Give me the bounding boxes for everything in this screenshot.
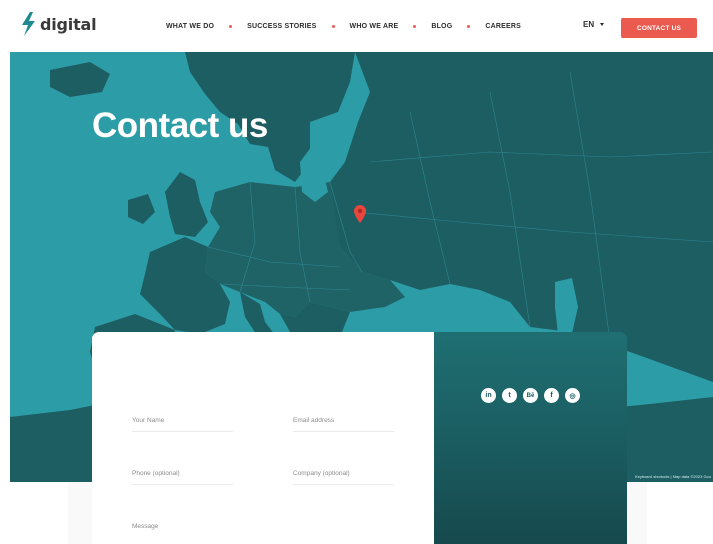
nav-item-who-we-are[interactable]: WHO WE ARE (350, 23, 399, 30)
nav-item-success-stories[interactable]: SUCCESS STORIES (247, 23, 316, 30)
location-pin-icon[interactable] (354, 205, 366, 223)
company-field[interactable]: Company (optional) (293, 470, 394, 485)
lightning-logo-icon (22, 12, 35, 36)
social-panel: in t Bē f ◎ (434, 332, 627, 544)
company-field-label: Company (optional) (293, 470, 350, 477)
field-underline (132, 431, 233, 432)
field-underline (293, 484, 394, 485)
social-links: in t Bē f ◎ (481, 388, 580, 403)
main-menu: WHAT WE DO SUCCESS STORIES WHO WE ARE BL… (166, 0, 521, 52)
name-field[interactable]: Your Name (132, 417, 233, 432)
top-navigation: digital WHAT WE DO SUCCESS STORIES WHO W… (0, 0, 713, 52)
facebook-icon[interactable]: f (544, 388, 559, 403)
nav-item-blog[interactable]: BLOG (431, 23, 452, 30)
field-underline (293, 431, 394, 432)
linkedin-icon[interactable]: in (481, 388, 496, 403)
twitter-icon[interactable]: t (502, 388, 517, 403)
chevron-down-icon (600, 23, 605, 26)
language-label: EN (583, 20, 595, 29)
message-field[interactable]: Message (132, 523, 233, 530)
page-title: Contact us (92, 106, 268, 145)
field-underline (132, 484, 233, 485)
name-field-label: Your Name (132, 417, 165, 424)
nav-separator (331, 24, 335, 28)
email-field-label: Email address (293, 417, 335, 424)
map-attribution[interactable]: Keyboard shortcuts | Map data ©2023 Goo (635, 474, 711, 479)
nav-separator (413, 24, 417, 28)
behance-icon[interactable]: Bē (523, 388, 538, 403)
contact-us-button[interactable]: CONTACT US (621, 18, 697, 38)
brand-name: digital (40, 14, 97, 34)
nav-item-careers[interactable]: CAREERS (485, 23, 521, 30)
brand-logo[interactable]: digital (20, 12, 97, 36)
phone-field[interactable]: Phone (optional) (132, 470, 233, 485)
nav-separator (467, 24, 471, 28)
instagram-icon[interactable]: ◎ (565, 388, 580, 403)
nav-separator (229, 24, 233, 28)
contact-form: Your Name Email address Phone (optional)… (92, 332, 434, 544)
nav-item-what-we-do[interactable]: WHAT WE DO (166, 23, 214, 30)
message-field-label: Message (132, 523, 159, 530)
phone-field-label: Phone (optional) (132, 470, 180, 477)
language-selector[interactable]: EN (583, 20, 605, 29)
email-field[interactable]: Email address (293, 417, 394, 432)
